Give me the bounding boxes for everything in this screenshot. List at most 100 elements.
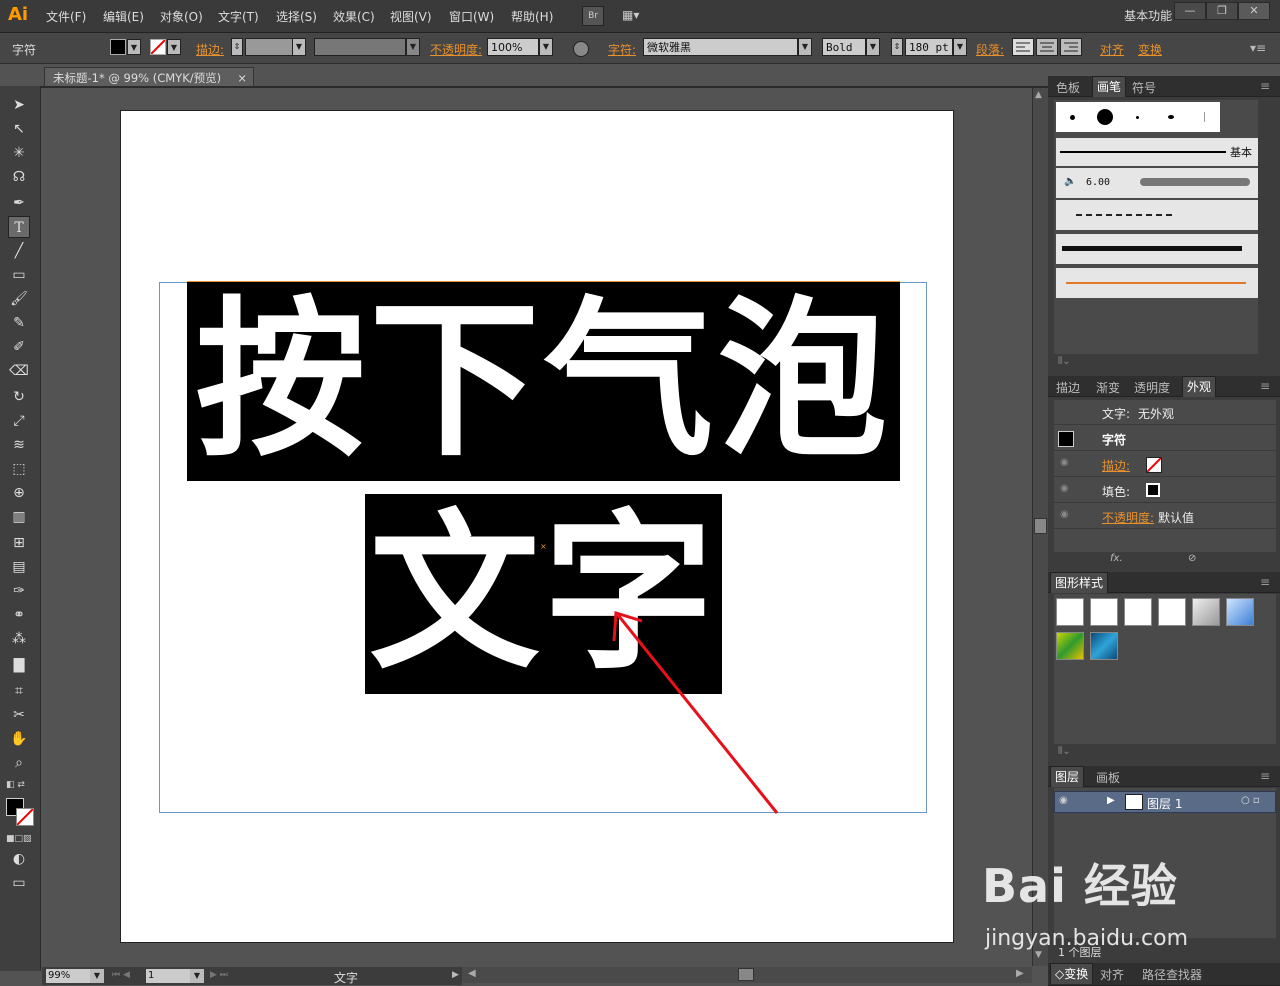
brush-dot-large[interactable] — [1097, 109, 1113, 125]
slice-tool-icon[interactable]: ✂ — [8, 704, 30, 726]
stroke-dropdown[interactable]: ▼ — [167, 39, 181, 55]
tab-transform[interactable]: ◇变换 — [1050, 963, 1094, 984]
tab-stroke[interactable]: 描边 — [1056, 379, 1080, 396]
brush-border-row[interactable] — [1056, 268, 1258, 298]
brush-dot-thin[interactable] — [1204, 112, 1205, 122]
align-left-button[interactable] — [1012, 38, 1034, 56]
rectangle-tool-icon[interactable]: ▭ — [8, 264, 30, 286]
graphic-style-7[interactable] — [1056, 632, 1084, 660]
menu-select[interactable]: 选择(S) — [276, 8, 317, 25]
layer-visibility-icon[interactable]: ◉ — [1059, 795, 1068, 806]
menu-edit[interactable]: 编辑(E) — [103, 8, 144, 25]
layer-row[interactable]: ◉ ▶ 图层 1 ○ ▫ — [1054, 791, 1276, 813]
brush-dot-tiny[interactable] — [1136, 116, 1139, 119]
opacity-label[interactable]: 不透明度: — [430, 41, 482, 58]
artboard-dropdown[interactable]: ▼ — [190, 969, 204, 983]
brush-charcoal-row[interactable] — [1056, 234, 1258, 264]
blob-brush-tool-icon[interactable]: ✐ — [8, 336, 30, 358]
minimize-button[interactable]: — — [1174, 2, 1206, 20]
graphic-style-4[interactable] — [1158, 598, 1186, 626]
color-mode-icons[interactable]: ■□▨ — [6, 834, 32, 844]
restore-button[interactable]: ❐ — [1206, 2, 1238, 20]
scroll-up-icon[interactable]: ▲ — [1035, 90, 1042, 100]
eyedropper-tool-icon[interactable]: ✑ — [8, 580, 30, 602]
tab-graphic-styles[interactable]: 图形样式 — [1050, 572, 1109, 593]
menu-window[interactable]: 窗口(W) — [449, 8, 494, 25]
font-family-field[interactable]: 微软雅黑 — [643, 38, 798, 56]
graphic-styles-menu-icon[interactable]: ≡ — [1260, 575, 1270, 589]
line-tool-icon[interactable]: ╱ — [8, 240, 30, 262]
opacity-field[interactable]: 100% — [487, 38, 539, 56]
tab-artboards[interactable]: 画板 — [1096, 769, 1120, 786]
pencil-tool-icon[interactable]: ✎ — [8, 312, 30, 334]
stroke-weight-dropdown[interactable]: ▼ — [292, 38, 306, 56]
vertical-scroll-thumb[interactable] — [1034, 518, 1047, 534]
arrange-documents-icon[interactable]: ▦▾ — [622, 8, 650, 22]
column-graph-tool-icon[interactable]: ▇ — [8, 654, 30, 676]
bridge-button[interactable]: Br — [582, 6, 604, 26]
selected-text-line-1[interactable]: 按下气泡 — [187, 282, 900, 481]
align-label[interactable]: 对齐 — [1100, 41, 1124, 58]
zoom-field[interactable]: 99% — [46, 969, 90, 983]
brush-basic-row[interactable]: 基本 — [1056, 138, 1258, 166]
stroke-swatch[interactable] — [150, 39, 166, 55]
font-size-dropdown[interactable]: ▼ — [953, 38, 967, 56]
tab-align[interactable]: 对齐 — [1100, 966, 1124, 983]
scale-tool-icon[interactable]: ⤢ — [8, 410, 30, 432]
tab-symbols[interactable]: 符号 — [1132, 79, 1156, 96]
appearance-fill-swatch[interactable] — [1146, 483, 1160, 497]
lasso-tool-icon[interactable]: ☊ — [8, 166, 30, 188]
appearance-stroke-swatch[interactable] — [1146, 457, 1162, 473]
brush-dot-calligraphic[interactable] — [1168, 115, 1174, 119]
symbol-sprayer-tool-icon[interactable]: ⁂ — [8, 628, 30, 650]
artboard-tool-icon[interactable]: ⌗ — [8, 680, 30, 702]
pen-tool-icon[interactable]: ✒ — [8, 192, 30, 214]
tab-brushes[interactable]: 画笔 — [1092, 76, 1127, 97]
menu-object[interactable]: 对象(O) — [160, 8, 203, 25]
recolor-icon[interactable] — [573, 41, 589, 57]
warp-tool-icon[interactable]: ≋ — [8, 434, 30, 456]
font-size-field[interactable]: 180 pt — [905, 38, 953, 56]
magic-wand-tool-icon[interactable]: ✳ — [8, 142, 30, 164]
variable-width-field[interactable] — [314, 38, 406, 56]
brush-arrow-row[interactable] — [1056, 200, 1258, 230]
brush-libraries-icon[interactable]: ⫴⌄ — [1058, 356, 1071, 367]
graphic-style-default[interactable] — [1056, 598, 1084, 626]
graphic-style-8[interactable] — [1090, 632, 1118, 660]
font-size-stepper[interactable]: ⇕ — [891, 38, 903, 56]
appearance-character-row[interactable]: 字符 — [1054, 426, 1276, 451]
drawing-mode-icon[interactable]: ◐ — [8, 848, 30, 870]
fill-swatch[interactable] — [110, 39, 126, 55]
zoom-tool-icon[interactable]: ⌕ — [8, 752, 30, 774]
brushes-scrollbar[interactable] — [1258, 100, 1268, 354]
mesh-tool-icon[interactable]: ⊞ — [8, 532, 30, 554]
opacity-visibility-icon[interactable]: ◉ — [1060, 509, 1069, 520]
horizontal-scrollbar[interactable]: ◀ ▶ — [462, 967, 1032, 983]
menu-view[interactable]: 视图(V) — [390, 8, 432, 25]
layer-target-icon[interactable]: ○ ▫ — [1241, 795, 1260, 806]
stroke-visibility-icon[interactable]: ◉ — [1060, 457, 1069, 468]
brush-artistic-row[interactable]: 🔈 6.00 — [1056, 168, 1258, 198]
appearance-menu-icon[interactable]: ≡ — [1260, 379, 1270, 393]
vertical-scrollbar[interactable]: ▲ ▼ — [1032, 88, 1048, 966]
appearance-fill-row[interactable]: ◉ 填色: — [1054, 478, 1276, 503]
tab-appearance[interactable]: 外观 — [1182, 376, 1217, 397]
appearance-stroke-row[interactable]: ◉ 描边: — [1054, 452, 1276, 477]
direct-selection-tool-icon[interactable]: ↖ — [8, 118, 30, 140]
character-label[interactable]: 字符: — [608, 41, 636, 58]
scroll-down-icon[interactable]: ▼ — [1035, 950, 1042, 960]
graphic-style-libraries-icon[interactable]: ⫴⌄ — [1058, 746, 1071, 757]
rotate-tool-icon[interactable]: ↻ — [8, 386, 30, 408]
artboard-number-field[interactable]: 1 — [146, 969, 190, 983]
tab-swatches[interactable]: 色板 — [1056, 79, 1080, 96]
paintbrush-tool-icon[interactable]: 🖌 — [8, 288, 30, 310]
menu-help[interactable]: 帮助(H) — [511, 8, 553, 25]
variable-width-dropdown[interactable]: ▼ — [406, 38, 420, 56]
screen-mode-icon[interactable]: ▭ — [8, 872, 30, 894]
fill-dropdown[interactable]: ▼ — [127, 39, 141, 55]
layers-menu-icon[interactable]: ≡ — [1260, 769, 1270, 783]
stroke-color-box[interactable] — [16, 808, 34, 826]
tab-layers[interactable]: 图层 — [1050, 766, 1085, 787]
paragraph-label[interactable]: 段落: — [976, 41, 1004, 58]
shape-builder-tool-icon[interactable]: ⊕ — [8, 482, 30, 504]
